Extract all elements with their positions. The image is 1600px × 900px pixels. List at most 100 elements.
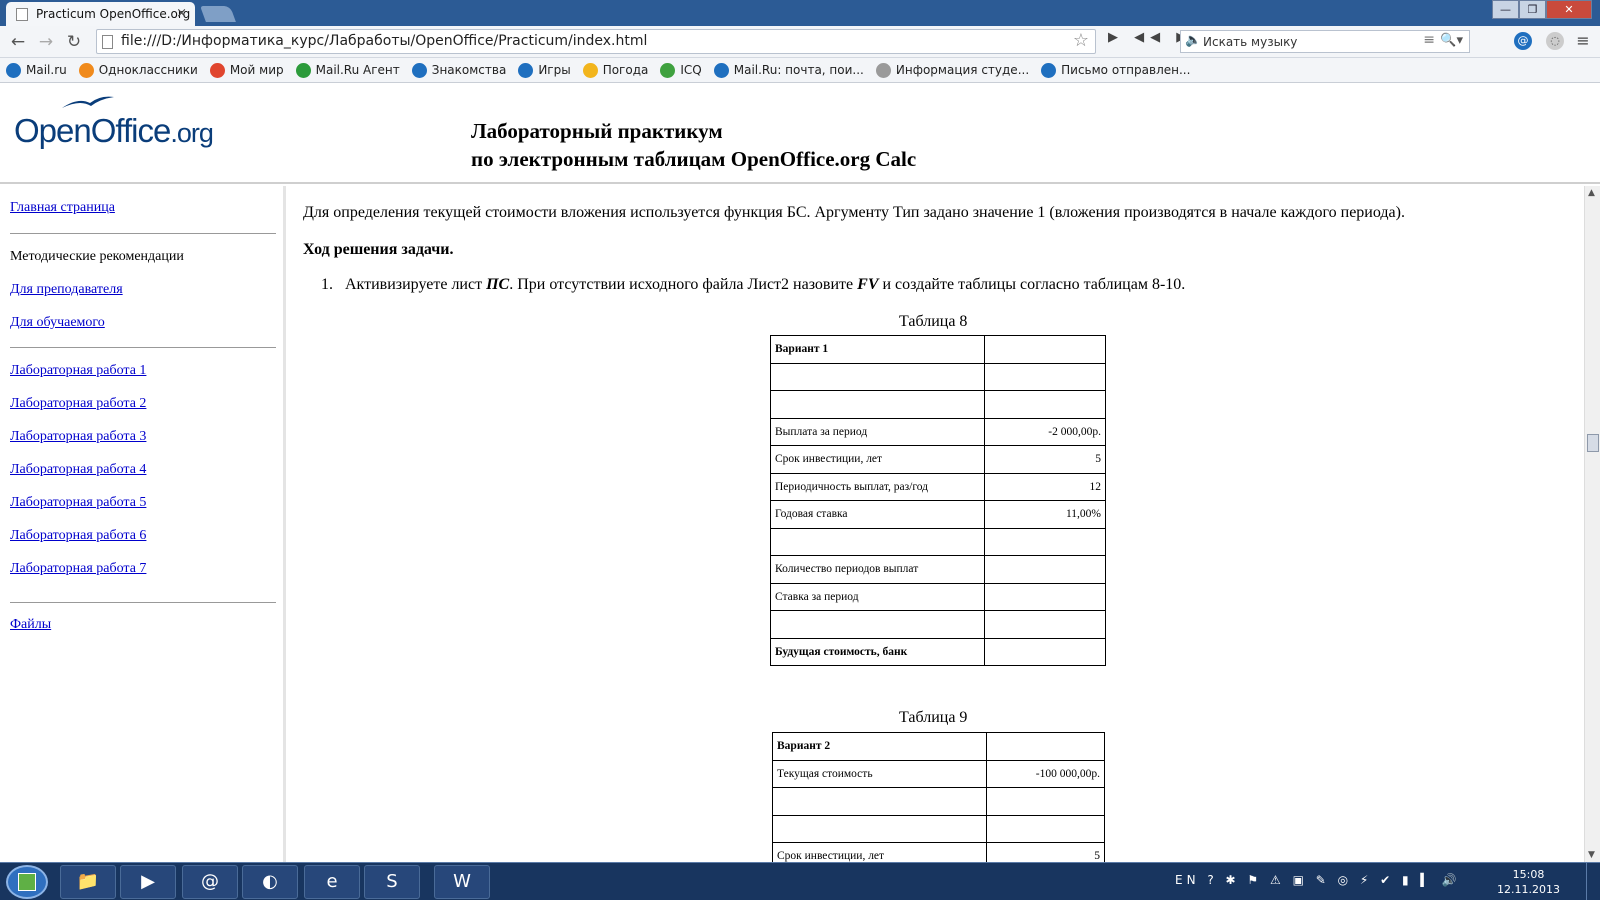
sidebar-link-lab-2[interactable]: Лабораторная работа 2 (10, 396, 146, 412)
bookmark-item[interactable]: Погода (582, 62, 648, 78)
table-row: Текущая стоимость -100 000,00р. (772, 759, 1105, 788)
sidebar-link-home[interactable]: Главная страница (10, 200, 115, 216)
dating-icon (411, 62, 427, 78)
bookmark-label: Mail.Ru Агент (315, 63, 400, 77)
bookmark-item[interactable]: Mail.Ru Агент (295, 62, 400, 78)
browser-icon[interactable]: ◐ (242, 865, 298, 899)
bookmark-item[interactable]: Письмо отправлен... (1041, 62, 1191, 78)
row-value-cell (984, 582, 1106, 611)
minimize-button[interactable]: — (1492, 0, 1519, 19)
internet-explorer-icon[interactable]: e (304, 865, 360, 899)
skype-icon[interactable]: S (364, 865, 420, 899)
bookmark-label: Мой мир (229, 63, 284, 77)
start-button[interactable] (6, 865, 48, 899)
page-title: Лабораторный практикум по электронным та… (471, 117, 916, 173)
logo-org-text: .org (170, 118, 214, 148)
table-row: Вариант 2 (772, 732, 1105, 761)
show-desktop-button[interactable] (1586, 863, 1600, 900)
weather-icon (582, 62, 598, 78)
sidebar-link-lab-1[interactable]: Лабораторная работа 1 (10, 363, 146, 379)
seagull-logo-icon (62, 96, 114, 108)
row-value-cell (984, 637, 1106, 666)
bookmark-label: Знакомства (431, 63, 507, 77)
sidebar-link-teacher[interactable]: Для преподавателя (10, 282, 123, 298)
language-indicator[interactable]: EN (1175, 873, 1200, 887)
row-label-cell (770, 362, 985, 391)
logo-main-text: OpenOffice (14, 112, 171, 149)
page-icon (875, 62, 891, 78)
bookmark-label: Mail.ru (26, 63, 67, 77)
scroll-up-icon[interactable]: ▲ (1588, 188, 1595, 198)
table-9: Вариант 2 Текущая стоимость -100 000,00р. С… (772, 732, 1105, 862)
speaker-icon[interactable]: 🔈 (1185, 33, 1201, 48)
close-window-button[interactable]: ✕ (1546, 0, 1592, 19)
sidebar-link-files[interactable]: Файлы (10, 617, 51, 633)
sidebar-link-student[interactable]: Для обучаемого (10, 315, 105, 331)
sidebar-navigation: Главная страница Методические рекомендац… (0, 186, 286, 862)
mail-agent-icon[interactable]: @ (182, 865, 238, 899)
row-value-cell: 5 (986, 842, 1105, 862)
bookmark-star-icon[interactable]: ☆ (1073, 30, 1089, 51)
address-text: file:///D:/Информатика_курс/Лабработы/Op… (121, 33, 648, 49)
sheet-name-fv: FV (857, 276, 879, 293)
bookmark-label: Письмо отправлен... (1061, 63, 1191, 77)
bookmark-label: Информация студе... (895, 63, 1030, 77)
system-tray[interactable]: EN ? ✱ ⚑ ⚠ ▣ ✎ ◎ ⚡ ✔ ▮ ▍ 🔊 (1175, 873, 1460, 887)
search-icon[interactable]: 🔍▾ (1440, 33, 1463, 48)
browser-tab[interactable]: Practicum OpenOffice.org × (6, 2, 195, 26)
row-label-cell: Срок инвестиции, лет (770, 445, 985, 474)
page-title-line2: по электронным таблицам OpenOffice.org C… (471, 147, 917, 171)
reload-icon[interactable]: ↻ (62, 30, 86, 54)
sidebar-link-lab-6[interactable]: Лабораторная работа 6 (10, 528, 146, 544)
explorer-icon[interactable]: 📁 (60, 865, 116, 899)
row-label-cell: Выплата за период (770, 417, 985, 446)
taskbar-clock[interactable]: 15:08 12.11.2013 (1497, 867, 1560, 897)
bookmark-item[interactable]: Знакомства (411, 62, 507, 78)
bookmark-item[interactable]: Информация студе... (875, 62, 1030, 78)
extension-icon[interactable]: ◌ (1546, 32, 1564, 50)
bookmark-item[interactable]: Мой мир (209, 62, 284, 78)
row-label-cell: Будущая стоимость, банк (770, 637, 985, 666)
row-label-cell: Вариант 2 (772, 732, 987, 761)
forward-arrow-icon[interactable]: → (34, 30, 58, 54)
scroll-thumb[interactable] (1587, 434, 1599, 452)
word-icon[interactable]: W (434, 865, 490, 899)
step-1-text-a: Активизируете лист (345, 276, 487, 293)
table-row: Выплата за период -2 000,00р. (770, 417, 1106, 446)
back-arrow-icon[interactable]: ← (6, 30, 30, 54)
maximize-button[interactable]: ❐ (1519, 0, 1546, 19)
page-title-line1: Лабораторный практикум (471, 119, 723, 143)
bookmark-item[interactable]: Игры (518, 62, 571, 78)
address-bar[interactable]: file:///D:/Информатика_курс/Лабработы/Op… (96, 29, 1096, 54)
bookmark-item[interactable]: Одноклассники (78, 62, 198, 78)
bookmark-item[interactable]: ICQ (660, 62, 702, 78)
scroll-down-icon[interactable]: ▼ (1588, 850, 1595, 860)
row-label-cell (772, 814, 987, 843)
table-row: Срок инвестиции, лет 5 (772, 842, 1105, 862)
sidebar-link-lab-4[interactable]: Лабораторная работа 4 (10, 462, 146, 478)
bookmark-label: Одноклассники (98, 63, 198, 77)
sheet-name-ps: ПС (486, 276, 510, 293)
row-value-cell: 5 (984, 445, 1106, 474)
table-row: Будущая стоимость, банк (770, 637, 1106, 666)
new-tab-button[interactable] (200, 6, 236, 22)
sidebar-link-lab-3[interactable]: Лабораторная работа 3 (10, 429, 146, 445)
menu-lines-icon[interactable]: ≡ (1423, 32, 1435, 48)
mail-extension-icon[interactable]: @ (1514, 32, 1532, 50)
media-player-icon[interactable]: ▶ (120, 865, 176, 899)
bookmark-item[interactable]: Mail.ru (6, 62, 67, 78)
window-controls: — ❐ ✕ (1492, 0, 1592, 19)
tab-close-icon[interactable]: × (176, 6, 187, 21)
wrench-menu-icon[interactable]: ≡ (1574, 32, 1592, 50)
music-search-input[interactable]: 🔈 Искать музыку ≡ 🔍▾ (1180, 30, 1470, 53)
table-row: Количество периодов выплат (770, 555, 1106, 584)
row-value-cell (986, 787, 1105, 816)
table-row (770, 527, 1106, 556)
sidebar-divider (10, 347, 276, 348)
page-scrollbar[interactable]: ▲ ▼ (1584, 186, 1600, 862)
sidebar-link-lab-7[interactable]: Лабораторная работа 7 (10, 561, 146, 577)
bookmark-label: Mail.Ru: почта, пои... (733, 63, 864, 77)
sidebar-link-lab-5[interactable]: Лабораторная работа 5 (10, 495, 146, 511)
row-value-cell (986, 814, 1105, 843)
bookmark-item[interactable]: Mail.Ru: почта, пои... (713, 62, 864, 78)
